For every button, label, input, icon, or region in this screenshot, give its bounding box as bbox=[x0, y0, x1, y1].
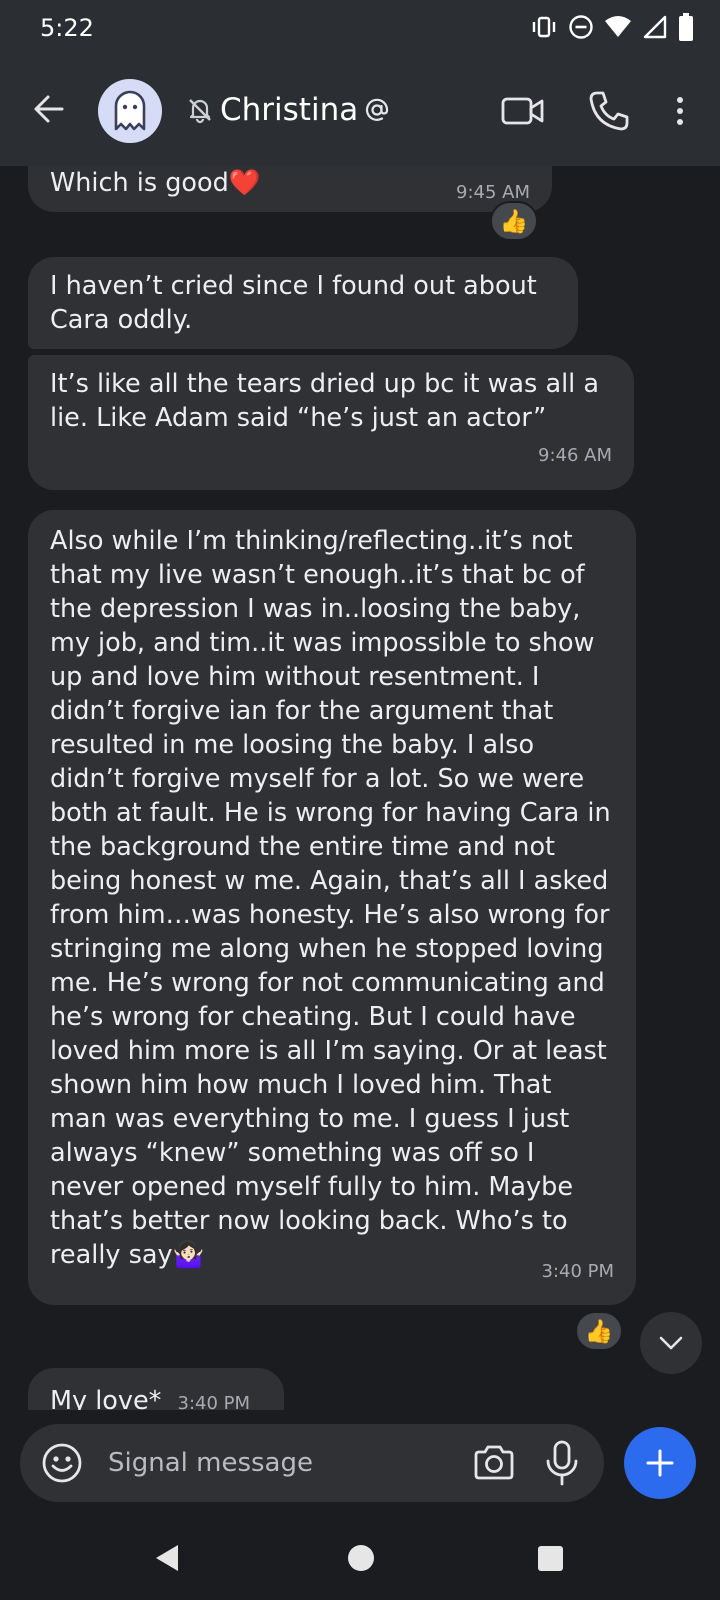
message-bubble[interactable]: I haven’t cried since I found out about … bbox=[28, 257, 578, 349]
message-bubble[interactable]: It’s like all the tears dried up bc it w… bbox=[28, 355, 634, 490]
message-text: Also while I’m thinking/reflecting..it’s… bbox=[50, 526, 611, 1270]
nav-back-icon bbox=[156, 1545, 178, 1571]
emoji-button[interactable] bbox=[40, 1441, 84, 1485]
message-list[interactable]: Which is good❤️ 9:45 AM 👍 I haven’t crie… bbox=[0, 166, 720, 1410]
message-input[interactable] bbox=[108, 1441, 448, 1485]
voice-call-button[interactable] bbox=[586, 88, 632, 134]
status-icons bbox=[530, 12, 694, 42]
wifi-icon bbox=[605, 16, 631, 37]
reaction-badge[interactable]: 👍 bbox=[575, 1311, 623, 1351]
system-nav-bar bbox=[0, 1516, 720, 1600]
do-not-disturb-icon bbox=[569, 15, 593, 39]
reaction-badge[interactable]: 👍 bbox=[490, 201, 538, 241]
cellular-signal-icon bbox=[643, 15, 667, 39]
video-camera-icon bbox=[501, 97, 544, 125]
back-arrow-icon bbox=[34, 95, 64, 123]
add-attachment-button[interactable] bbox=[624, 1427, 696, 1499]
message-bubble[interactable]: Also while I’m thinking/reflecting..it’s… bbox=[28, 510, 636, 1305]
message-time: 3:40 PM bbox=[541, 1261, 614, 1282]
bell-off-icon bbox=[189, 99, 211, 124]
camera-icon bbox=[474, 1445, 514, 1480]
nav-home-icon[interactable] bbox=[348, 1545, 374, 1571]
emoji-icon bbox=[42, 1443, 82, 1483]
scroll-to-bottom-button[interactable] bbox=[640, 1312, 702, 1374]
thumbs-up-icon: 👍 bbox=[584, 1318, 614, 1345]
nav-back-button[interactable] bbox=[150, 1540, 186, 1576]
back-button[interactable] bbox=[28, 87, 72, 131]
message-composer bbox=[20, 1424, 604, 1502]
phone-icon bbox=[589, 91, 629, 131]
battery-icon bbox=[679, 13, 693, 41]
status-time: 5:22 bbox=[40, 14, 94, 42]
contact-avatar[interactable] bbox=[98, 79, 162, 143]
conversation-title[interactable]: Christina bbox=[186, 90, 390, 130]
ghost-avatar-icon bbox=[114, 90, 146, 131]
chevron-down-icon bbox=[659, 1336, 683, 1350]
more-options-button[interactable] bbox=[666, 88, 694, 134]
voice-note-button[interactable] bbox=[542, 1439, 582, 1487]
camera-button[interactable] bbox=[472, 1441, 516, 1485]
message-text: My love* bbox=[50, 1386, 162, 1410]
at-sign-icon bbox=[366, 98, 389, 121]
message-bubble[interactable]: Which is good❤️ 9:45 AM bbox=[28, 166, 552, 212]
microphone-icon bbox=[546, 1440, 578, 1486]
thumbs-up-icon: 👍 bbox=[499, 208, 529, 235]
message-time: 9:46 AM bbox=[538, 445, 612, 466]
message-text: Which is good❤️ bbox=[50, 168, 261, 198]
nav-recents-icon[interactable] bbox=[538, 1546, 563, 1571]
contact-name: Christina bbox=[220, 92, 359, 128]
message-text: I haven’t cried since I found out about … bbox=[50, 271, 537, 335]
message-text: It’s like all the tears dried up bc it w… bbox=[50, 369, 599, 433]
status-bar: 5:22 bbox=[0, 0, 720, 56]
vibrate-icon bbox=[532, 16, 556, 38]
conversation-header: Christina bbox=[0, 56, 720, 166]
more-vertical-icon bbox=[677, 97, 683, 125]
message-time: 3:40 PM bbox=[177, 1393, 251, 1410]
plus-icon bbox=[646, 1449, 674, 1477]
video-call-button[interactable] bbox=[500, 88, 546, 134]
message-bubble[interactable]: My love* 3:40 PM bbox=[28, 1368, 284, 1410]
